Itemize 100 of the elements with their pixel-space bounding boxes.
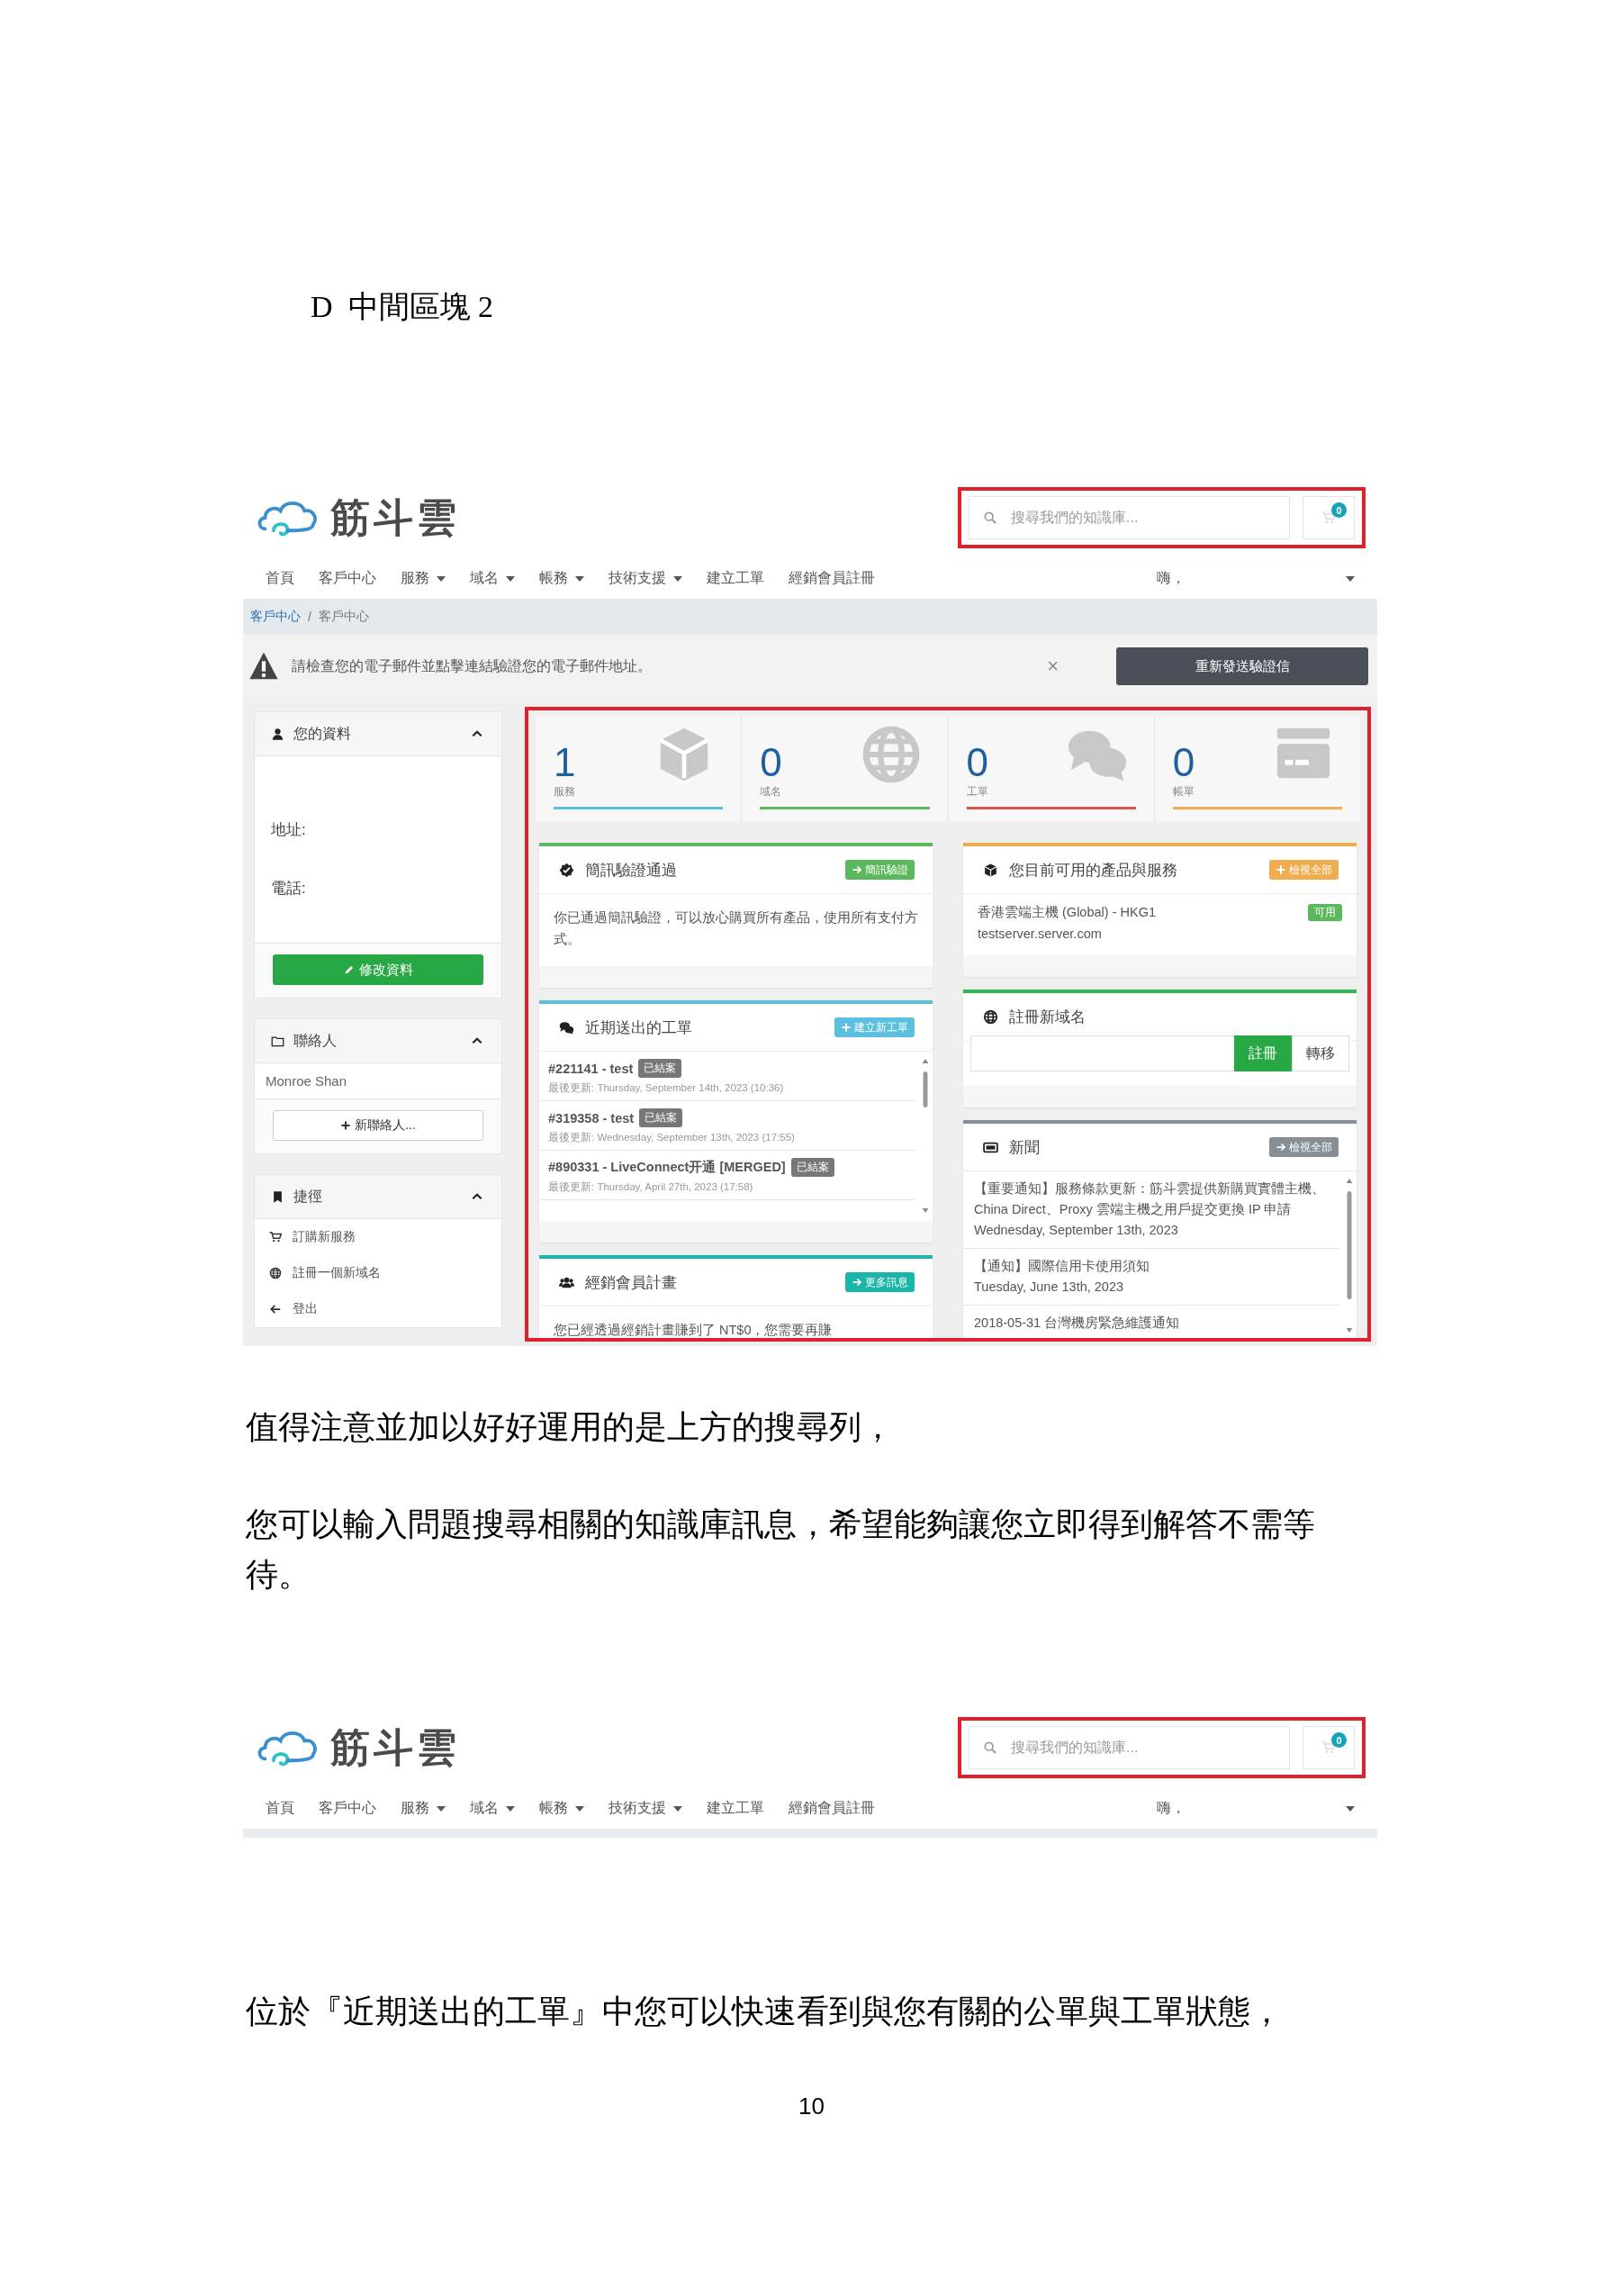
product-item[interactable]: 香港雲端主機 (Global) - HKG1 可用 testserver.server.com [963, 894, 1357, 955]
nav-link[interactable]: 客戶中心 [319, 1799, 376, 1818]
panel-title: 聯絡人 [293, 1031, 337, 1050]
caret-down-icon [1346, 574, 1355, 583]
warning-icon [248, 651, 279, 682]
ticket-updated: 最後更新: Wednesday, September 13th, 2023 (17:55) [548, 1131, 796, 1144]
ticket-updated: 最後更新: Thursday, September 14th, 2023 (10:36) [548, 1081, 785, 1095]
shortcut-link[interactable]: 訂購新服務 [255, 1219, 501, 1255]
check-badge-icon [559, 862, 574, 878]
stat-value: 0 [760, 743, 782, 782]
field-label: 電話: [271, 879, 307, 899]
logo-text: 筋斗雲 [330, 493, 460, 541]
shortcut-link[interactable]: 登出 [255, 1291, 501, 1327]
news-item[interactable]: 【通知】國際信用卡使用須知 Tuesday, June 13th, 2023 [963, 1249, 1339, 1306]
caret-down-icon [437, 1803, 446, 1813]
ticket-title: #319358 - test [548, 1110, 635, 1125]
nav-link[interactable]: 服務 [401, 569, 446, 588]
alert-message: 請檢查您的電子郵件並點擊連結驗證您的電子郵件地址。 [292, 656, 652, 675]
page-number: 10 [798, 2093, 825, 2120]
shortcut-link[interactable]: 註冊一個新域名 [255, 1255, 501, 1291]
nav-link[interactable]: 建立工單 [707, 1799, 764, 1818]
stat-value: 1 [554, 743, 576, 782]
user-menu[interactable]: 嗨， [1157, 1799, 1355, 1818]
folder-icon [271, 1034, 284, 1048]
nav-link[interactable]: 帳務 [539, 1799, 584, 1818]
caret-down-icon [673, 1803, 682, 1813]
paragraph: 您可以輸入問題搜尋相關的知識庫訊息，希望能夠讓您立即得到解答不需等待。 [246, 1505, 1316, 1595]
arrow-right-icon [1276, 1142, 1286, 1153]
plus-icon [841, 1022, 852, 1033]
product-domain: testserver.server.com [978, 926, 1103, 943]
panel-title: 註冊新域名 [1009, 1007, 1086, 1027]
nav-link[interactable]: 經銷會員註冊 [789, 1799, 875, 1818]
caret-down-icon [506, 574, 515, 583]
panel-title: 您目前可用的產品與服務 [1009, 860, 1177, 881]
cart-count-badge: 0 [1331, 1732, 1347, 1748]
status-badge: 已結案 [639, 1108, 683, 1127]
stat-tile[interactable]: 0 帳單 [1154, 716, 1360, 821]
breadcrumb-current: 客戶中心 [318, 609, 369, 625]
cart-count-badge: 0 [1331, 502, 1347, 518]
status-badge: 可用 [1308, 903, 1342, 921]
stat-tile[interactable]: 0 域名 [742, 716, 949, 821]
arrow-right-icon [852, 864, 862, 875]
paragraph: 值得注意並加以好好運用的是上方的搜尋列， [246, 1408, 895, 1447]
ticket-item[interactable]: #319358 - test 已結案 最後更新: Wednesday, September 13th, 2023 (17:55) [539, 1101, 915, 1151]
plus-icon [340, 1120, 352, 1131]
stat-label: 域名 [760, 784, 782, 800]
cart-icon [1321, 1740, 1336, 1755]
ticket-item[interactable]: #221141 - test 已結案 最後更新: Thursday, September 14th, 2023 (10:36) [539, 1052, 915, 1101]
nav-link[interactable]: 建立工單 [707, 569, 764, 588]
nav-link[interactable]: 技術支援 [609, 569, 682, 588]
nav-link[interactable]: 服務 [401, 1799, 446, 1818]
new-contact-button[interactable]: 新聯絡人... [273, 1110, 483, 1141]
panel-text: 你已通過簡訊驗證，可以放心購買所有產品，使用所有支付方式。 [553, 909, 919, 948]
nav-link[interactable]: 客戶中心 [319, 569, 376, 588]
panel-title: 新聞 [1009, 1137, 1040, 1158]
stat-tile[interactable]: 0 工單 [948, 716, 1155, 821]
status-badge: 已結案 [790, 1158, 834, 1177]
user-icon [271, 727, 284, 741]
user-menu[interactable]: 嗨， [1157, 569, 1355, 588]
nav-link[interactable]: 帳務 [539, 569, 584, 588]
bookmark-icon [271, 1189, 284, 1204]
stat-value: 0 [1172, 743, 1195, 782]
search-field[interactable]: 搜尋我們的知識庫... [969, 496, 1290, 539]
nav-link[interactable]: 域名 [470, 569, 515, 588]
cart-icon [269, 1231, 282, 1243]
stat-tile[interactable]: 1 服務 [536, 716, 743, 821]
pencil-icon [343, 964, 355, 975]
ticket-item[interactable]: #890331 - LiveConnect开通 [MERGED] 已結案 最後更新: Thursday, April 27th, 2023 (17:58) [539, 1151, 915, 1200]
news-date: Tuesday, June 13th, 2023 [974, 1279, 1125, 1296]
stat-label: 服務 [554, 784, 575, 800]
caret-down-icon [575, 574, 584, 583]
stat-label: 帳單 [1172, 784, 1195, 800]
nav-link[interactable]: 域名 [470, 1799, 515, 1818]
arrow-left-icon [269, 1303, 282, 1315]
nav-link[interactable]: 首頁 [266, 569, 294, 588]
logo-text: 筋斗雲 [330, 1723, 460, 1771]
ticket-updated: 最後更新: Thursday, April 27th, 2023 (17:58) [548, 1180, 754, 1194]
domain-input[interactable] [970, 1035, 1234, 1071]
caret-down-icon [506, 1803, 515, 1813]
stat-value: 0 [966, 743, 988, 782]
resend-button[interactable]: 重新發送驗證信 [1116, 647, 1368, 685]
news-item[interactable]: 【重要通知】服務條款更新：筋斗雲提供新購買實體主機、China Direct、Proxy 雲端主機之用戶提交更換 IP 申請 Wednesday, September 13th, 2023 [963, 1171, 1339, 1249]
globe-icon [269, 1267, 282, 1279]
caret-down-icon [437, 574, 446, 583]
transfer-button[interactable]: 轉移 [1292, 1035, 1349, 1071]
nav-link[interactable]: 技術支援 [609, 1799, 682, 1818]
product-name: 香港雲端主機 (Global) - HKG1 [978, 904, 1156, 921]
breadcrumb-separator: / [308, 610, 311, 624]
nav-link[interactable]: 首頁 [266, 1799, 294, 1818]
caret-down-icon [1346, 1803, 1355, 1813]
panel-title: 簡訊驗證通過 [585, 860, 677, 881]
breadcrumb-link[interactable]: 客戶中心 [250, 609, 301, 625]
news-title: 【重要通知】服務條款更新：筋斗雲提供新購買實體主機、China Direct、Proxy 雲端主機之用戶提交更換 IP 申請 [974, 1180, 1326, 1218]
news-date: Wednesday, September 13th, 2023 [974, 1222, 1179, 1239]
stat-label: 工單 [966, 784, 988, 800]
news-item[interactable]: 2018-05-31 台灣機房緊急維護通知 [963, 1306, 1339, 1338]
arrow-right-icon [852, 1277, 862, 1288]
search-field[interactable]: 搜尋我們的知識庫... [969, 1726, 1290, 1769]
caret-down-icon [575, 1803, 584, 1813]
nav-link[interactable]: 經銷會員註冊 [789, 569, 875, 588]
